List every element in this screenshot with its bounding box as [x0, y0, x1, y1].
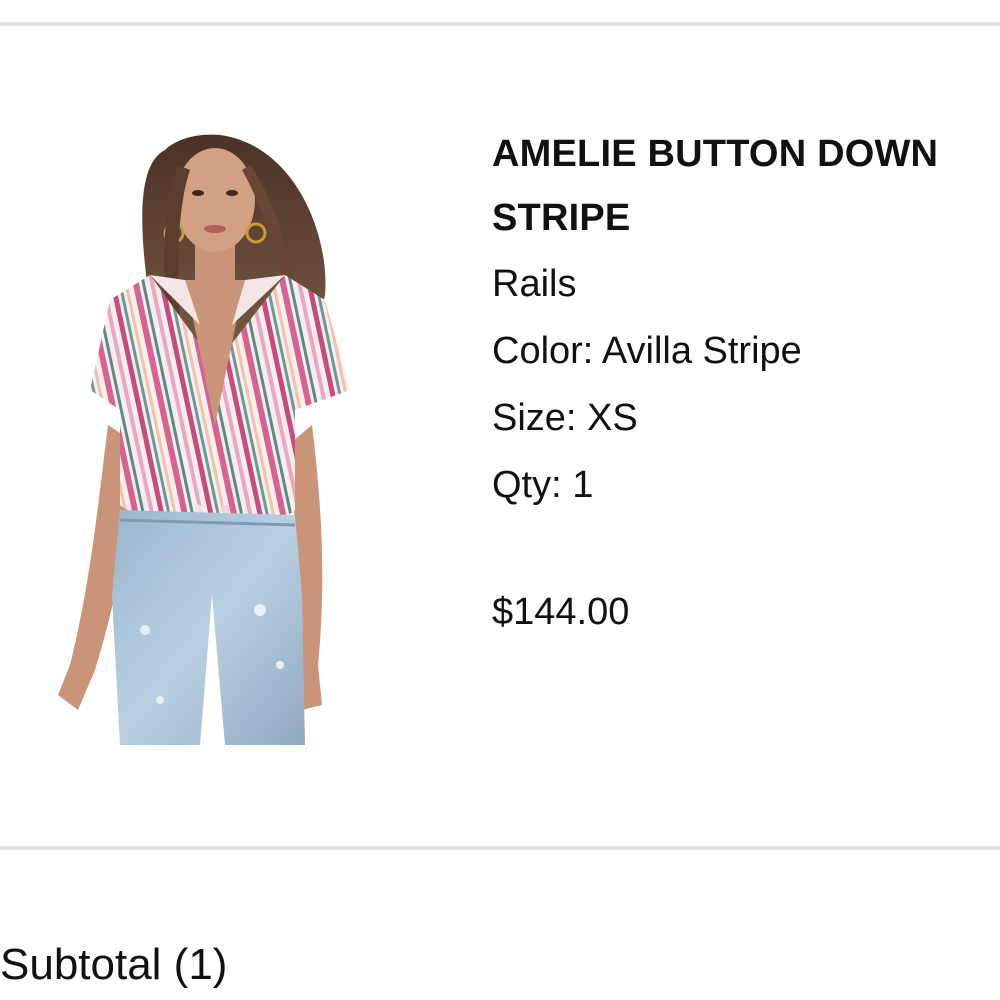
- product-price: $144.00: [492, 591, 630, 633]
- subtotal-label: Subtotal (1): [0, 940, 228, 989]
- product-title-line-1[interactable]: AMELIE BUTTON DOWN: [492, 122, 1000, 186]
- cart-page: AMELIE BUTTON DOWN STRIPE Rails Color: A…: [0, 0, 1000, 1000]
- product-size: Size: XS: [492, 385, 1000, 452]
- product-quantity: Qty: 1: [492, 452, 1000, 519]
- size-label: Size:: [492, 397, 577, 439]
- product-title[interactable]: AMELIE BUTTON DOWN STRIPE: [492, 122, 1000, 250]
- top-divider: [0, 22, 1000, 26]
- size-value: XS: [587, 397, 638, 439]
- qty-value: 1: [572, 464, 594, 506]
- product-details: AMELIE BUTTON DOWN STRIPE Rails Color: A…: [492, 122, 1000, 519]
- color-label: Color:: [492, 330, 594, 372]
- product-title-line-2[interactable]: STRIPE: [492, 186, 1000, 250]
- color-value: Avilla Stripe: [601, 330, 802, 372]
- product-color: Color: Avilla Stripe: [492, 318, 1000, 385]
- product-image[interactable]: [50, 125, 355, 745]
- bottom-divider: [0, 846, 1000, 850]
- product-photo-icon: [58, 134, 350, 745]
- qty-label: Qty:: [492, 464, 562, 506]
- product-brand: Rails: [492, 263, 577, 305]
